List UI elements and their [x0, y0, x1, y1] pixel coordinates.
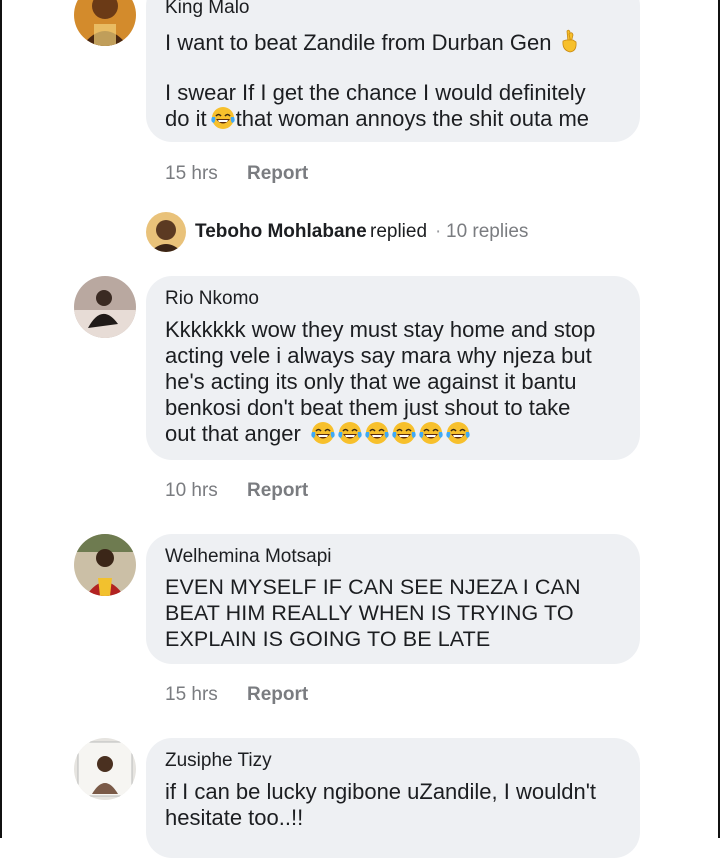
- tears-of-joy-icon: [419, 421, 443, 445]
- reply-count[interactable]: 10 replies: [446, 221, 528, 243]
- comment-author[interactable]: Welhemina Motsapi: [165, 546, 332, 568]
- avatar[interactable]: [146, 212, 186, 252]
- comment-text-line: acting vele i always say mara why njeza …: [165, 343, 592, 368]
- reply-separator: ·: [435, 221, 442, 242]
- comment-text-line: benkosi don't beat them just shout to ta…: [165, 395, 571, 420]
- emoji-row: [307, 421, 470, 446]
- comments-feed: King Malo I want to beat Zandile from Du…: [0, 0, 720, 858]
- comment-text-line: EXPLAIN IS GOING TO BE LATE: [165, 627, 491, 651]
- comment-text-line: BEAT HIM REALLY WHEN IS TRYING TO: [165, 601, 574, 625]
- avatar[interactable]: [74, 0, 136, 46]
- comment-timestamp: 15 hrs: [165, 684, 218, 705]
- comment-text-line: if I can be lucky ngibone uZandile, I wo…: [165, 779, 597, 804]
- reply-author[interactable]: Teboho Mohlabane: [195, 221, 367, 243]
- comment-author[interactable]: Zusiphe Tizy: [165, 750, 272, 772]
- avatar[interactable]: [74, 534, 136, 596]
- report-link[interactable]: Report: [247, 684, 308, 706]
- tears-of-joy-icon: [365, 421, 389, 445]
- fingers-crossed-icon: [558, 28, 582, 54]
- comment-timestamp: 15 hrs: [165, 163, 218, 184]
- avatar[interactable]: [74, 738, 136, 800]
- comment-author[interactable]: King Malo: [165, 0, 250, 19]
- reply-verb: replied: [370, 221, 428, 242]
- tears-of-joy-icon: [446, 421, 470, 445]
- report-link[interactable]: Report: [247, 480, 308, 502]
- tears-of-joy-icon: [338, 421, 362, 445]
- frame-border-left: [0, 0, 2, 838]
- comment-text-line: out that anger: [165, 421, 470, 447]
- tears-of-joy-icon: [392, 421, 416, 445]
- report-link[interactable]: Report: [247, 163, 308, 185]
- comment-text-line: hesitate too..!!: [165, 805, 304, 830]
- comment-timestamp: 10 hrs: [165, 480, 218, 501]
- profile-photo-icon: [74, 0, 136, 46]
- avatar[interactable]: [74, 276, 136, 338]
- comment-text-line: I want to beat Zandile from Durban Gen: [165, 28, 582, 56]
- comment-text-line: he's acting its only that we against it …: [165, 369, 577, 394]
- tears-of-joy-icon: [210, 106, 235, 130]
- profile-photo-icon: [74, 738, 136, 800]
- profile-photo-icon: [74, 276, 136, 338]
- comment-text-line: Kkkkkkk wow they must stay home and stop: [165, 317, 596, 342]
- comment-text-line: I swear If I get the chance I would defi…: [165, 80, 586, 105]
- comment-text-line: do it that woman annoys the shit outa me: [165, 106, 590, 131]
- profile-photo-icon: [74, 534, 136, 596]
- comment-text-line: EVEN MYSELF IF CAN SEE NJEZA I CAN: [165, 575, 581, 599]
- tears-of-joy-icon: [311, 421, 335, 445]
- comment-author[interactable]: Rio Nkomo: [165, 288, 259, 310]
- profile-photo-icon: [146, 212, 186, 252]
